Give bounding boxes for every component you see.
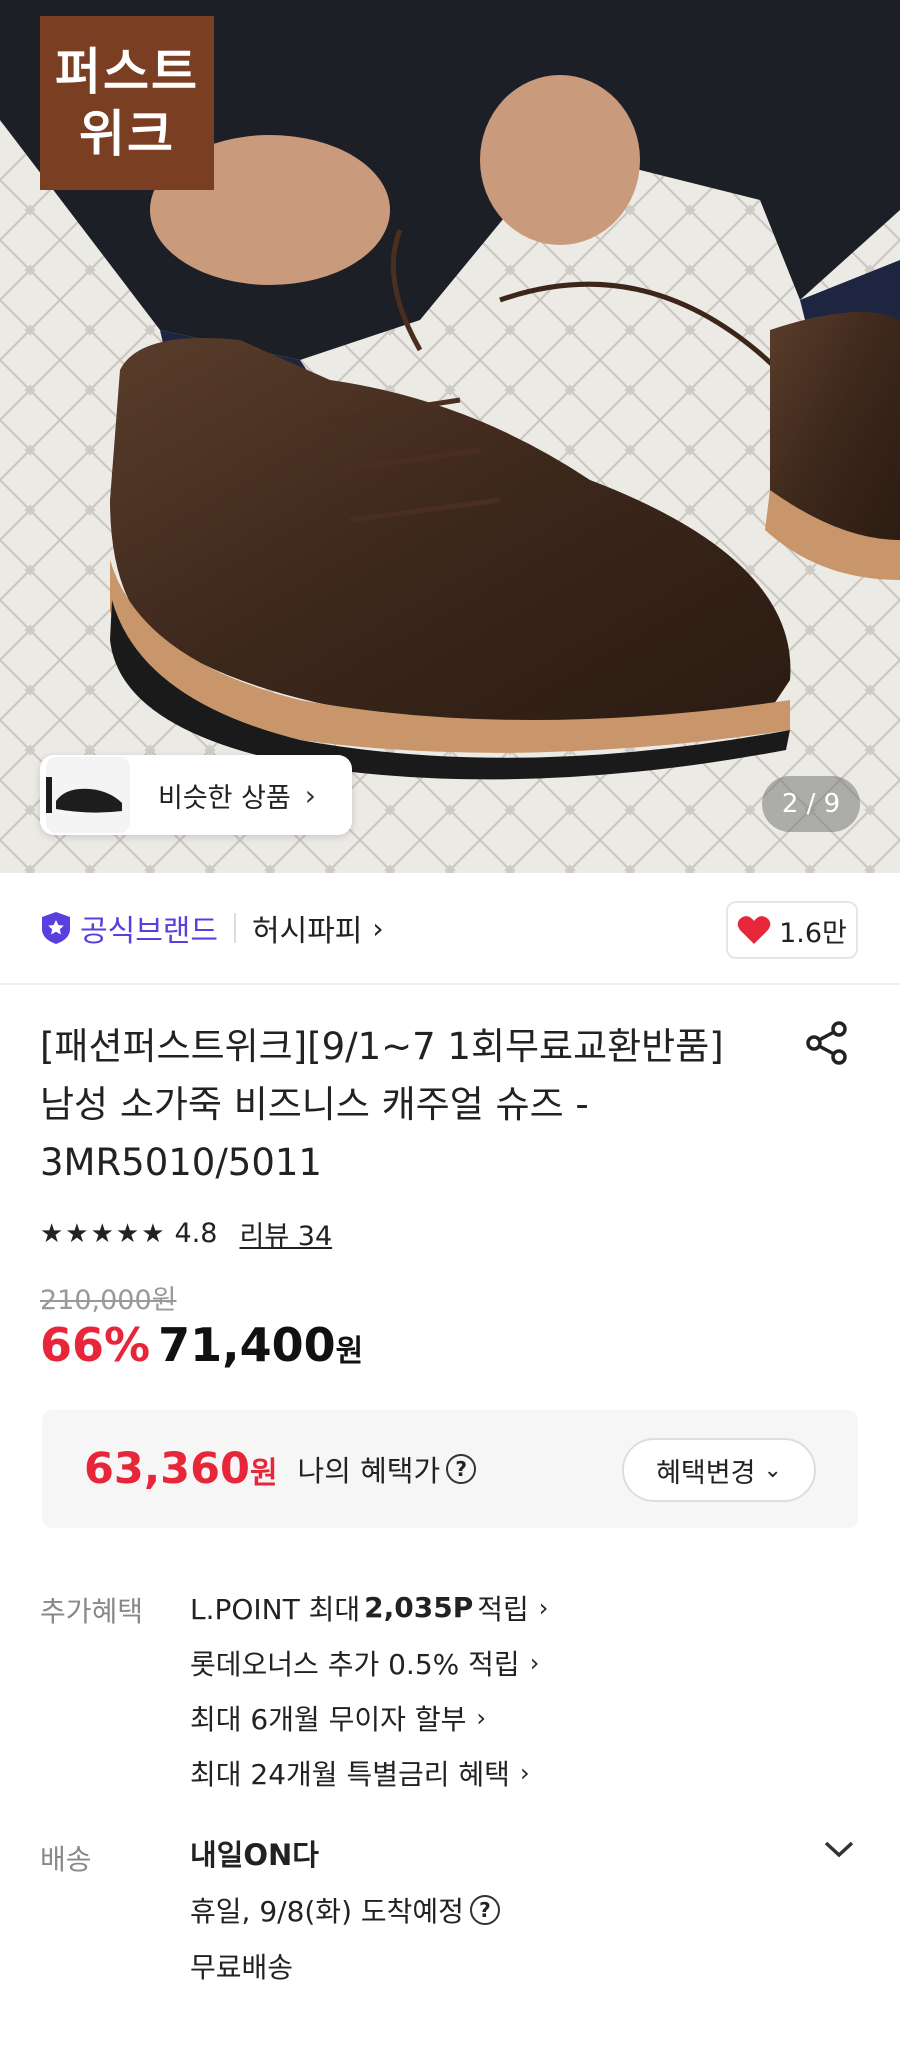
chevron-right-icon: › — [529, 1648, 540, 1677]
benefit-item-text: 최대 24개월 특별금리 혜택 — [190, 1757, 510, 1791]
chevron-right-icon: › — [519, 1758, 530, 1787]
benefit-price-currency: 원 — [249, 1456, 278, 1491]
chevron-right-icon: › — [304, 778, 316, 812]
share-icon — [806, 1021, 847, 1065]
store-name: 허시파피 — [252, 914, 363, 949]
image-page-indicator: 2 / 9 — [762, 776, 860, 832]
like-count: 1.6만 — [779, 917, 847, 949]
benefit-item-installment[interactable]: 최대 6개월 무이자 할부 › — [190, 1690, 548, 1745]
benefit-item-lpoint[interactable]: L.POINT 최대 2,035P 적립 › — [190, 1580, 548, 1635]
official-shield-icon — [42, 912, 70, 944]
product-title-line1: [패션퍼스트위크][9/1~7 1회무료교환반품] — [40, 1025, 724, 1068]
benefit-item-suffix: 적립 — [477, 1592, 529, 1626]
original-price: 210,000원 — [40, 1285, 177, 1316]
product-image-carousel[interactable]: 퍼스트 위크 비슷한 상품 › 2 / 9 — [0, 0, 900, 873]
brand-badge-line1: 퍼스트 — [55, 43, 199, 101]
delivery-label: 배송 — [40, 1843, 92, 1876]
official-brand-label: 공식브랜드 — [80, 914, 218, 949]
chevron-right-icon: › — [372, 911, 384, 945]
product-title: [패션퍼스트위크][9/1~7 1회무료교환반품] 남성 소가죽 비즈니스 캐주… — [40, 1018, 780, 1192]
chevron-right-icon: › — [476, 1703, 486, 1732]
product-title-line3: 3MR5010/5011 — [40, 1141, 322, 1184]
benefit-price-value: 63,360 — [84, 1444, 250, 1494]
extra-benefits-list: L.POINT 최대 2,035P 적립 › 롯데오너스 추가 0.5% 적립 … — [190, 1580, 548, 1800]
extra-benefits-label: 추가혜택 — [40, 1595, 144, 1628]
chevron-down-icon — [824, 1841, 854, 1858]
my-benefit-box: 63,360원 나의 혜택가 ? 혜택변경 ⌄ — [42, 1410, 858, 1528]
delivery-arrival-text: 휴일, 9/8(화) 도착예정 — [190, 1895, 464, 1928]
benefit-item-special-rate[interactable]: 최대 24개월 특별금리 혜택 › — [190, 1745, 548, 1800]
benefit-item-text: 최대 6개월 무이자 할부 — [190, 1702, 467, 1736]
delivery-arrival: 휴일, 9/8(화) 도착예정 ? — [190, 1882, 500, 1938]
change-benefit-button[interactable]: 혜택변경 ⌄ — [622, 1438, 816, 1502]
help-icon[interactable]: ? — [469, 1895, 500, 1925]
similar-products-button[interactable]: 비슷한 상품 › — [40, 755, 352, 835]
review-count-link[interactable]: 리뷰 34 — [240, 1214, 333, 1253]
similar-product-thumbnail — [46, 757, 130, 833]
delivery-info: 내일ON다 휴일, 9/8(화) 도착예정 ? 무료배송 — [190, 1832, 500, 1994]
delivery-expand-button[interactable] — [822, 1838, 856, 1864]
product-title-line2: 남성 소가죽 비즈니스 캐주얼 슈즈 - — [40, 1083, 589, 1126]
brand-row: 공식브랜드 허시파피 › 1.6만 — [0, 873, 900, 985]
heart-icon — [737, 916, 771, 944]
delivery-fee: 무료배송 — [190, 1951, 294, 1984]
official-brand-badge: 공식브랜드 — [40, 906, 218, 950]
benefit-item-text: L.POINT 최대 — [190, 1592, 361, 1626]
like-button[interactable]: 1.6만 — [726, 901, 858, 959]
rating-row: ★★★★★ 4.8 리뷰 34 — [40, 1214, 332, 1253]
benefit-item-text: 롯데오너스 추가 0.5% 적립 — [190, 1647, 520, 1681]
chevron-down-icon: ⌄ — [763, 1457, 782, 1483]
benefit-item-lotte-owners[interactable]: 롯데오너스 추가 0.5% 적립 › — [190, 1635, 548, 1690]
divider — [234, 913, 236, 943]
sale-price: 71,400 — [158, 1318, 336, 1372]
rating-value: 4.8 — [174, 1218, 218, 1249]
benefit-item-highlight: 2,035P — [364, 1591, 474, 1624]
brand-badge: 퍼스트 위크 — [40, 16, 214, 190]
benefit-price: 63,360원 — [84, 1444, 278, 1494]
star-rating-icon: ★★★★★ — [40, 1218, 167, 1249]
brand-badge-line2: 위크 — [79, 105, 175, 163]
change-benefit-label: 혜택변경 — [656, 1457, 756, 1489]
similar-products-label: 비슷한 상품 — [158, 782, 291, 814]
share-button[interactable] — [804, 1020, 850, 1070]
chevron-right-icon: › — [538, 1593, 549, 1622]
sale-price-currency: 원 — [335, 1334, 364, 1369]
delivery-title: 내일ON다 — [190, 1838, 319, 1872]
discount-rate: 66% — [40, 1318, 151, 1372]
store-link[interactable]: 허시파피 › — [252, 906, 384, 950]
benefit-label: 나의 혜택가 ? — [298, 1448, 477, 1490]
benefit-label-text: 나의 혜택가 — [297, 1454, 441, 1488]
help-icon[interactable]: ? — [446, 1454, 477, 1484]
sale-price-row: 66% 71,400 원 — [40, 1318, 363, 1372]
